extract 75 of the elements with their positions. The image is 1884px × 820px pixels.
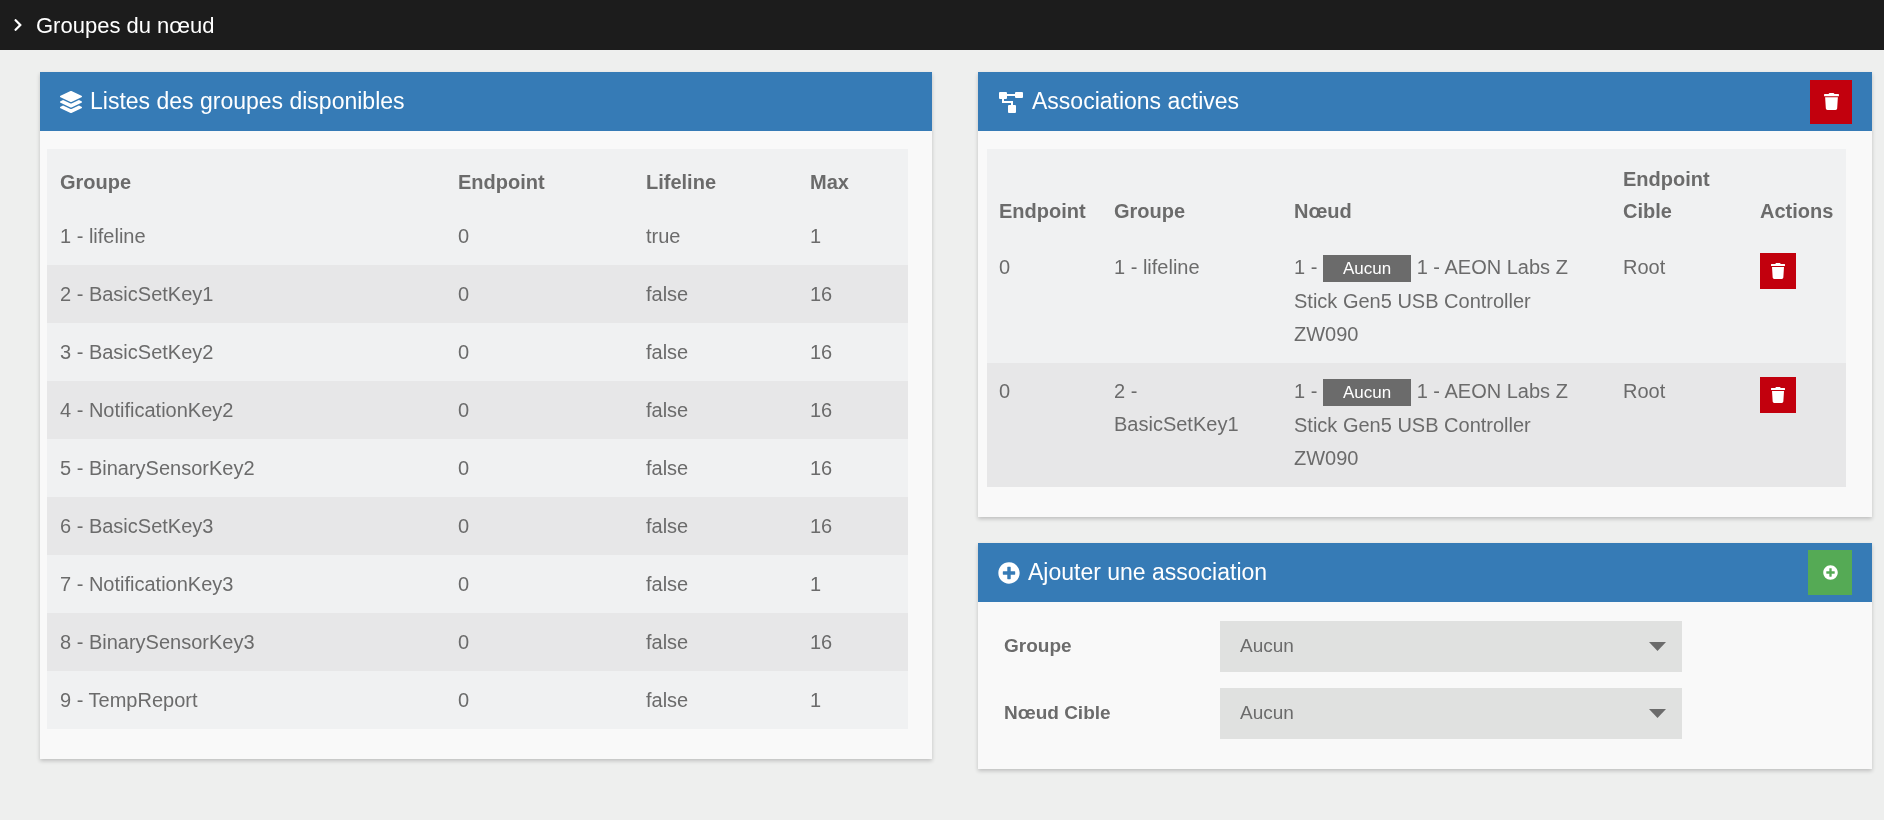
table-cell: false (633, 439, 797, 497)
table-cell: 0 (445, 613, 633, 671)
table-cell: 1 (797, 671, 908, 729)
table-cell: 0 (445, 439, 633, 497)
table-cell: 1 (797, 555, 908, 613)
table-cell: 0 (987, 239, 1102, 363)
column-header: Endpoint Cible (1611, 149, 1748, 239)
delete-all-button[interactable] (1810, 79, 1852, 124)
column-header: Groupe (47, 149, 445, 207)
table-cell: 1 - lifeline (1102, 239, 1282, 363)
table-cell: 3 - BasicSetKey2 (47, 323, 445, 381)
status-badge: Aucun (1322, 255, 1412, 282)
table-cell: 9 - TempReport (47, 671, 445, 729)
table-cell: false (633, 613, 797, 671)
column-header: Lifeline (633, 149, 797, 207)
table-cell: 0 (445, 671, 633, 729)
select-field[interactable]: Aucun (1220, 621, 1682, 672)
table-cell: 0 (445, 555, 633, 613)
column-header: Groupe (1102, 149, 1282, 239)
add-button[interactable] (1808, 550, 1852, 595)
column-header: Max (797, 149, 908, 207)
layers-icon (60, 90, 82, 113)
table-cell: 8 - BinarySensorKey3 (47, 613, 445, 671)
column-header: Actions (1748, 149, 1846, 239)
table-cell: 1 (797, 207, 908, 265)
table-cell: false (633, 381, 797, 439)
status-badge: Aucun (1322, 379, 1412, 406)
table-cell: 4 - NotificationKey2 (47, 381, 445, 439)
table-cell: 0 (445, 207, 633, 265)
table-cell: 0 (445, 323, 633, 381)
panel-title: Ajouter une association (1028, 558, 1268, 588)
table-cell: false (633, 323, 797, 381)
panel-title: Listes des groupes disponibles (90, 87, 405, 117)
table-cell: false (633, 265, 797, 323)
trash-icon (1771, 387, 1785, 403)
caret-icon (1649, 709, 1666, 718)
table-cell: 0 (445, 381, 633, 439)
column-header: Endpoint (445, 149, 633, 207)
table-cell: 16 (797, 265, 908, 323)
trash-icon (1823, 93, 1839, 110)
panel-title: Associations actives (1032, 87, 1240, 117)
table-cell: 7 - NotificationKey3 (47, 555, 445, 613)
table-cell: 2 - BasicSetKey1 (47, 265, 445, 323)
page-title: Groupes du nœud (36, 11, 215, 40)
table-cell: 0 (445, 265, 633, 323)
delete-button[interactable] (1760, 253, 1796, 289)
table-cell: 16 (797, 497, 908, 555)
table-cell: 0 (445, 497, 633, 555)
chevron-icon[interactable] (12, 18, 24, 32)
table-cell: false (633, 671, 797, 729)
select-field[interactable]: Aucun (1220, 688, 1682, 739)
nodes-icon (998, 89, 1024, 114)
table-cell: 16 (797, 439, 908, 497)
node-text: 1 - Aucun 1 - AEON Labs Z Stick Gen5 USB Controller ZW090 (1294, 378, 1569, 471)
column-header: Nœud (1282, 149, 1611, 239)
table-cell: false (633, 497, 797, 555)
table-cell: true (633, 207, 797, 265)
table-cell: 16 (797, 381, 908, 439)
table-cell: 6 - BasicSetKey3 (47, 497, 445, 555)
table-cell: Root (1611, 363, 1748, 487)
table-cell: 2 - BasicSetKey1 (1102, 363, 1282, 487)
column-header: Endpoint (987, 149, 1102, 239)
trash-icon (1771, 263, 1785, 279)
caret-icon (1649, 642, 1666, 651)
delete-button[interactable] (1760, 377, 1796, 413)
table-cell: Root (1611, 239, 1748, 363)
table-cell: 1 - lifeline (47, 207, 445, 265)
field-label: Nœud Cible (1004, 701, 1112, 726)
table-cell: 16 (797, 323, 908, 381)
table-cell: false (633, 555, 797, 613)
table-cell: 16 (797, 613, 908, 671)
table-cell: 5 - BinarySensorKey2 (47, 439, 445, 497)
node-text: 1 - Aucun 1 - AEON Labs Z Stick Gen5 USB Controller ZW090 (1294, 254, 1569, 347)
field-label: Groupe (1004, 634, 1073, 659)
table-cell: 0 (987, 363, 1102, 487)
